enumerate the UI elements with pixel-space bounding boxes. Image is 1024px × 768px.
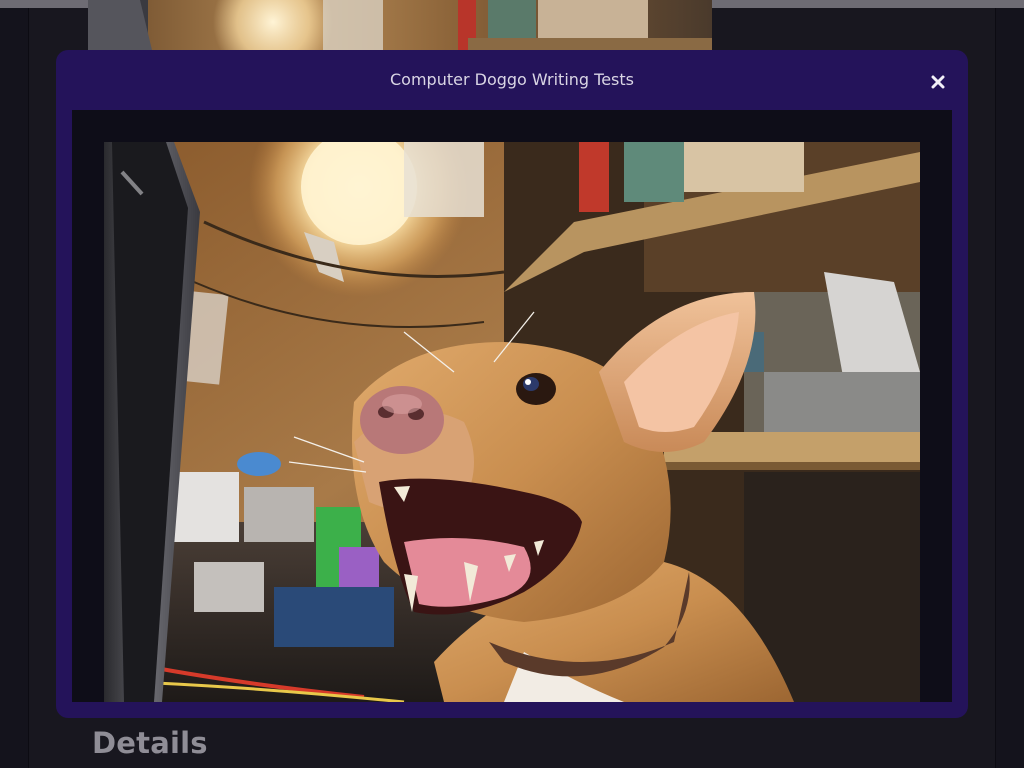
close-icon bbox=[931, 75, 945, 89]
image-modal: Computer Doggo Writing Tests bbox=[56, 50, 968, 718]
dog-photo bbox=[104, 142, 920, 702]
details-heading: Details bbox=[92, 726, 208, 760]
image-frame bbox=[72, 110, 952, 702]
background-photo bbox=[88, 0, 712, 50]
close-button[interactable] bbox=[924, 68, 952, 96]
modal-title: Computer Doggo Writing Tests bbox=[390, 70, 634, 89]
